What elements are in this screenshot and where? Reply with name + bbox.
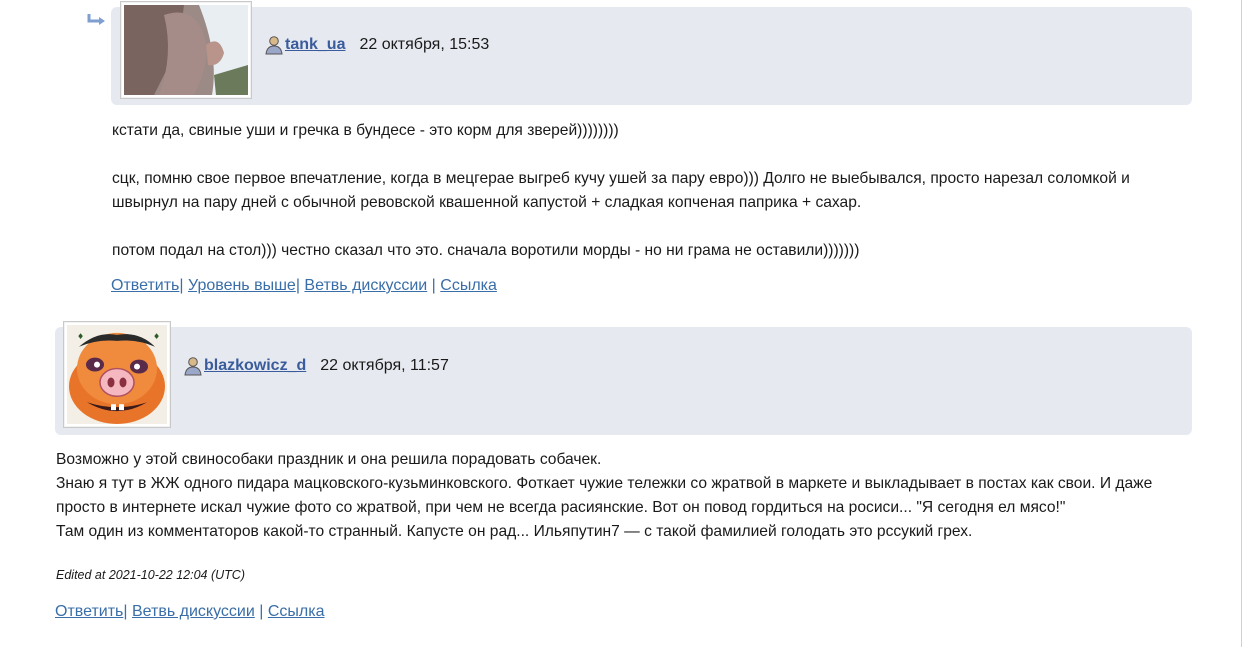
comment-line: Знаю я тут в ЖЖ одного пидара мацковског…	[56, 475, 1153, 516]
username-link[interactable]: tank_ua	[285, 36, 345, 54]
thread-link[interactable]: Ветвь дискуссии	[132, 603, 255, 620]
paragraph-spacer	[112, 143, 1192, 167]
comment-date: 22 октября, 15:53	[359, 36, 490, 53]
comment-author-line: tank_ua 22 октября, 15:53	[264, 35, 489, 55]
link-separator: |	[123, 603, 128, 620]
comment-header	[55, 327, 1192, 435]
edited-note: Edited at 2021-10-22 12:04 (UTC)	[56, 568, 245, 582]
permalink[interactable]: Ссылка	[268, 603, 325, 620]
thread-link[interactable]: Ветвь дискуссии	[304, 277, 427, 294]
svg-text:♦: ♦	[153, 332, 160, 341]
reply-link[interactable]: Ответить	[111, 277, 179, 294]
comment-body: кстати да, свиные уши и гречка в бундесе…	[112, 119, 1192, 263]
username-link[interactable]: blazkowicz_d	[204, 357, 306, 375]
comment-actions: Ответить| Уровень выше| Ветвь дискуссии …	[111, 277, 497, 295]
comment-paragraph: сцк, помню свое первое впечатление, когд…	[112, 170, 1130, 211]
permalink[interactable]: Ссылка	[440, 277, 497, 294]
reply-link[interactable]: Ответить	[55, 603, 123, 620]
comment-paragraph: кстати да, свиные уши и гречка в бундесе…	[112, 122, 619, 139]
svg-text:♦: ♦	[77, 332, 84, 341]
paragraph-spacer	[112, 215, 1192, 239]
reply-arrow-icon	[86, 12, 108, 28]
comment-actions: Ответить| Ветвь дискуссии | Ссылка	[55, 603, 325, 621]
link-separator: |	[259, 603, 264, 620]
avatar[interactable]: ♦ ♦	[63, 321, 171, 428]
comment-line: Возможно у этой свинособаки праздник и о…	[56, 451, 602, 468]
link-separator: |	[179, 277, 184, 294]
parent-link[interactable]: Уровень выше	[188, 277, 296, 294]
link-separator: |	[431, 277, 436, 294]
comment-line: Там один из комментаторов какой-то стран…	[56, 523, 973, 540]
link-separator: |	[295, 277, 300, 294]
comment-date: 22 октября, 11:57	[320, 357, 449, 374]
user-icon	[264, 35, 284, 55]
user-icon	[183, 356, 203, 376]
comment-body: Возможно у этой свинособаки праздник и о…	[56, 448, 1166, 544]
comment-author-line: blazkowicz_d 22 октября, 11:57	[183, 356, 449, 376]
comment-header	[111, 7, 1192, 105]
comment-paragraph: потом подал на стол))) честно сказал что…	[112, 242, 860, 259]
avatar[interactable]	[120, 1, 252, 99]
